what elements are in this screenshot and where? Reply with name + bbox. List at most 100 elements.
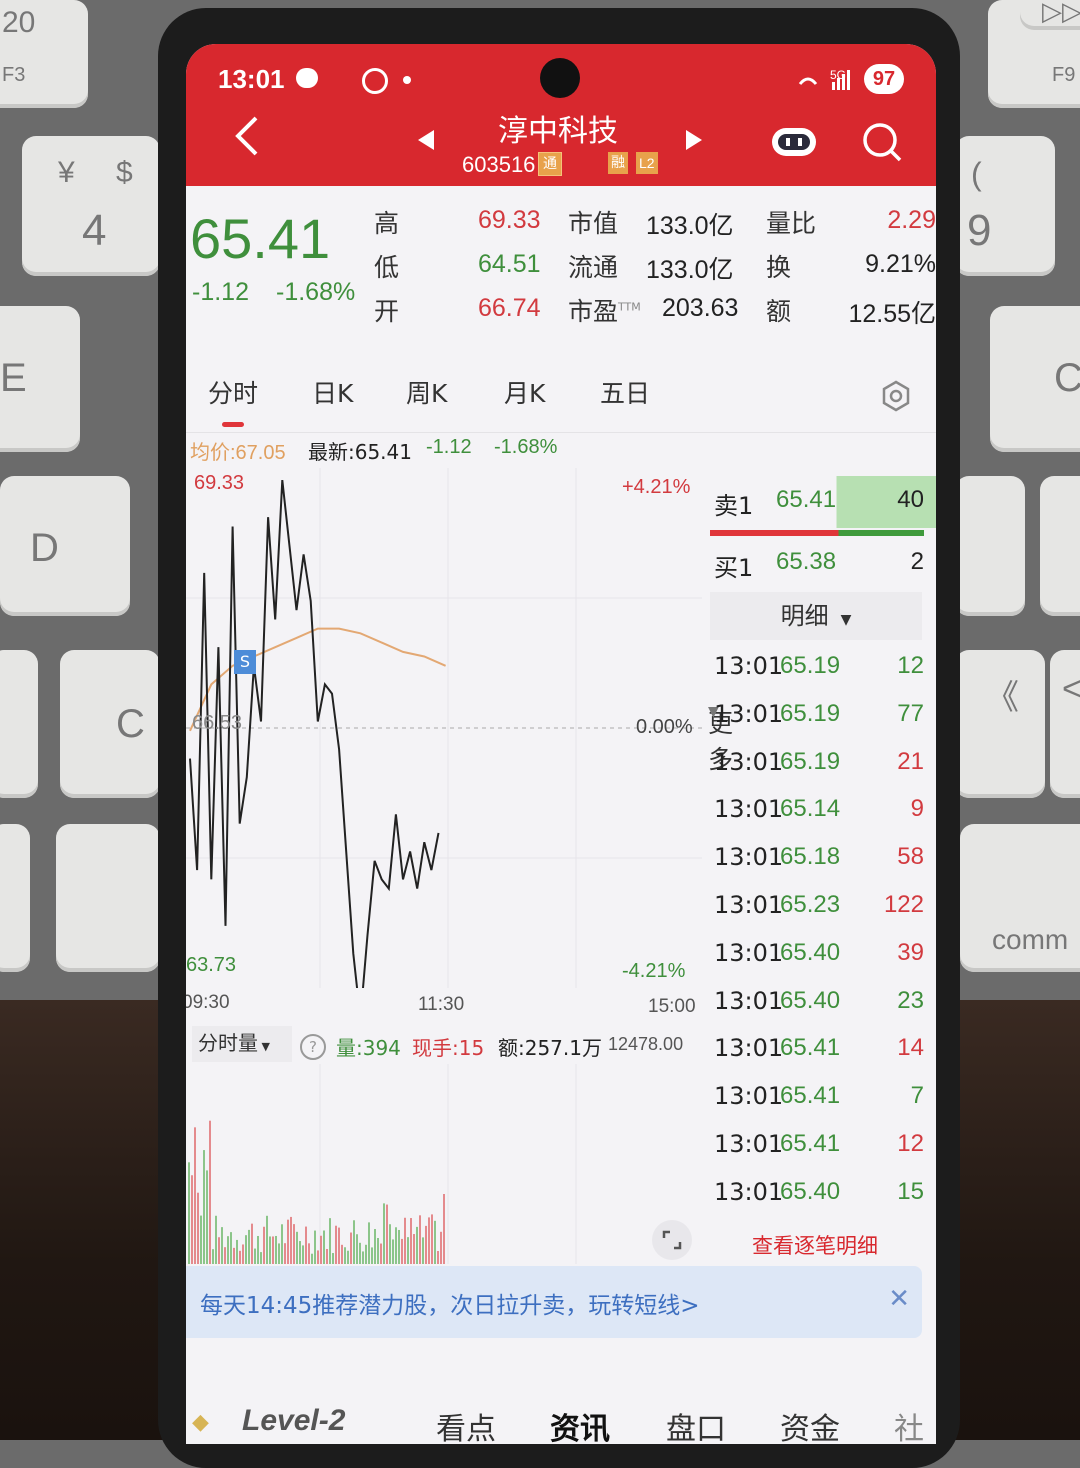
key-c-right: C — [990, 306, 1080, 452]
buy-1-row[interactable]: 买1 65.38 2 — [710, 540, 936, 590]
volume-bar — [239, 1250, 241, 1264]
next-stock-icon[interactable] — [686, 130, 702, 154]
trade-volume: 39 — [897, 938, 924, 966]
trade-row: 13:01 65.40 23 — [710, 987, 936, 1027]
caret-down-icon: ▼ — [840, 612, 852, 628]
volume-bar — [272, 1236, 274, 1264]
trade-price: 65.41 — [780, 1130, 841, 1157]
tab-intraday[interactable]: 分时 — [208, 374, 258, 410]
trade-volume: 12 — [897, 1130, 924, 1157]
volume-bar — [353, 1220, 355, 1264]
volume-bar — [320, 1235, 322, 1264]
pe-label: 市盈TTM — [568, 297, 641, 326]
search-icon[interactable] — [862, 122, 902, 166]
tab-active-indicator — [222, 422, 244, 427]
amount-info: 额:257.1万 — [498, 1036, 602, 1060]
buy-1-price: 65.38 — [776, 548, 837, 575]
volume-bar — [332, 1253, 334, 1264]
promo-banner[interactable]: 每天14:45推荐潜力股，次日拉升卖，玩转短线> ✕ — [186, 1266, 922, 1338]
volume-bar — [344, 1247, 346, 1264]
intraday-price-chart — [186, 468, 702, 988]
trade-volume: 15 — [897, 1177, 924, 1205]
volume-bar — [428, 1217, 430, 1264]
help-icon[interactable]: ? — [300, 1034, 326, 1060]
view-all-trades-link[interactable]: 查看逐笔明细 — [752, 1230, 878, 1260]
close-icon[interactable]: ✕ — [888, 1284, 910, 1314]
volume-bar — [263, 1226, 265, 1264]
volume-bar — [278, 1243, 280, 1264]
trade-row: 13:01 65.40 15 — [710, 1178, 936, 1218]
sell-1-row[interactable]: 卖1 65.41 40 — [710, 476, 936, 528]
trade-time: 13:01 — [714, 652, 784, 680]
volume-bar — [407, 1237, 409, 1264]
tab-month-k[interactable]: 月K — [504, 374, 545, 410]
volume-info: 量:394 — [336, 1036, 401, 1060]
volume-bar — [401, 1238, 403, 1264]
volume-bar — [287, 1219, 289, 1264]
tab-news[interactable]: 资讯 — [550, 1404, 610, 1444]
tab-day-k[interactable]: 日K — [312, 374, 353, 410]
volume-bar — [317, 1250, 319, 1264]
tab-orderbook[interactable]: 盘口 — [666, 1404, 726, 1444]
bid-ask-ratio-bar — [710, 530, 924, 536]
volume-type-select[interactable]: 分时量 ▼ — [192, 1026, 292, 1062]
volume-ratio-value: 2.29 — [887, 206, 936, 234]
time-start: 09:30 — [186, 992, 230, 1013]
tab-funds[interactable]: 资金 — [780, 1404, 840, 1444]
trade-time: 13:01 — [714, 795, 784, 824]
low-label: 低 — [374, 253, 400, 282]
volume-bar — [266, 1215, 268, 1264]
tab-five-day[interactable]: 五日 — [600, 374, 650, 410]
rong-badge: 融 — [608, 152, 628, 174]
volume-bar — [329, 1218, 331, 1264]
volume-bar — [341, 1244, 343, 1264]
latest-pct-info: -1.68% — [494, 436, 558, 458]
volume-bar — [281, 1224, 283, 1264]
fullscreen-icon[interactable] — [652, 1220, 692, 1260]
tab-level2[interactable]: Level-2 — [242, 1404, 345, 1438]
volume-bar — [194, 1127, 196, 1264]
volume-bar — [221, 1227, 223, 1264]
key-f3: F3 20 — [0, 0, 88, 108]
trade-volume: 9 — [910, 795, 924, 823]
volume-bar — [230, 1232, 232, 1264]
trade-time: 13:01 — [714, 843, 784, 872]
chart-bottom-pct: -4.21% — [622, 960, 686, 982]
price-change: -1.12 — [192, 278, 249, 306]
amount-label: 额 — [766, 297, 792, 326]
volume-bar — [236, 1239, 238, 1264]
volume-bar — [299, 1241, 301, 1264]
trade-price: 65.40 — [780, 986, 841, 1014]
trade-volume: 77 — [897, 699, 924, 727]
status-time: 13:01 — [218, 64, 285, 94]
chart-settings-icon[interactable] — [880, 380, 912, 416]
robot-assistant-icon[interactable] — [770, 124, 818, 164]
amount-value: 12.55亿 — [848, 300, 936, 328]
volume-bar — [425, 1225, 427, 1264]
camera-cutout — [540, 58, 580, 98]
key-d: D — [0, 476, 130, 616]
detail-dropdown[interactable]: 明细 ▼ — [710, 592, 922, 640]
volume-bar — [413, 1234, 415, 1264]
volume-bar — [326, 1248, 328, 1264]
trade-time: 13:01 — [714, 1034, 784, 1063]
trade-row: 13:01 65.19 21 — [710, 748, 936, 788]
trade-price: 65.14 — [780, 795, 841, 823]
tab-week-k[interactable]: 周K — [406, 374, 447, 410]
key-blank-left2 — [0, 824, 30, 972]
back-icon[interactable] — [234, 116, 260, 156]
tab-highlights[interactable]: 看点 — [436, 1404, 496, 1444]
intraday-chart-area[interactable]: S 69.33 +4.21% 66.53 0.00% 63.73 -4.21% — [186, 468, 706, 988]
pe-value: 203.63 — [662, 294, 739, 322]
chart-top-price: 69.33 — [194, 472, 245, 494]
volume-bar — [218, 1237, 220, 1264]
volume-ratio-label: 量比 — [766, 209, 817, 238]
volume-bar — [212, 1249, 214, 1264]
volume-bar — [338, 1227, 340, 1264]
trade-price: 65.41 — [780, 1034, 841, 1062]
prev-stock-icon[interactable] — [418, 130, 434, 154]
tab-community[interactable]: 社 — [894, 1404, 924, 1444]
key-9: (9 — [955, 136, 1055, 276]
trade-row: 13:01 65.41 12 — [710, 1130, 936, 1170]
turnover-value: 9.21% — [865, 250, 936, 278]
